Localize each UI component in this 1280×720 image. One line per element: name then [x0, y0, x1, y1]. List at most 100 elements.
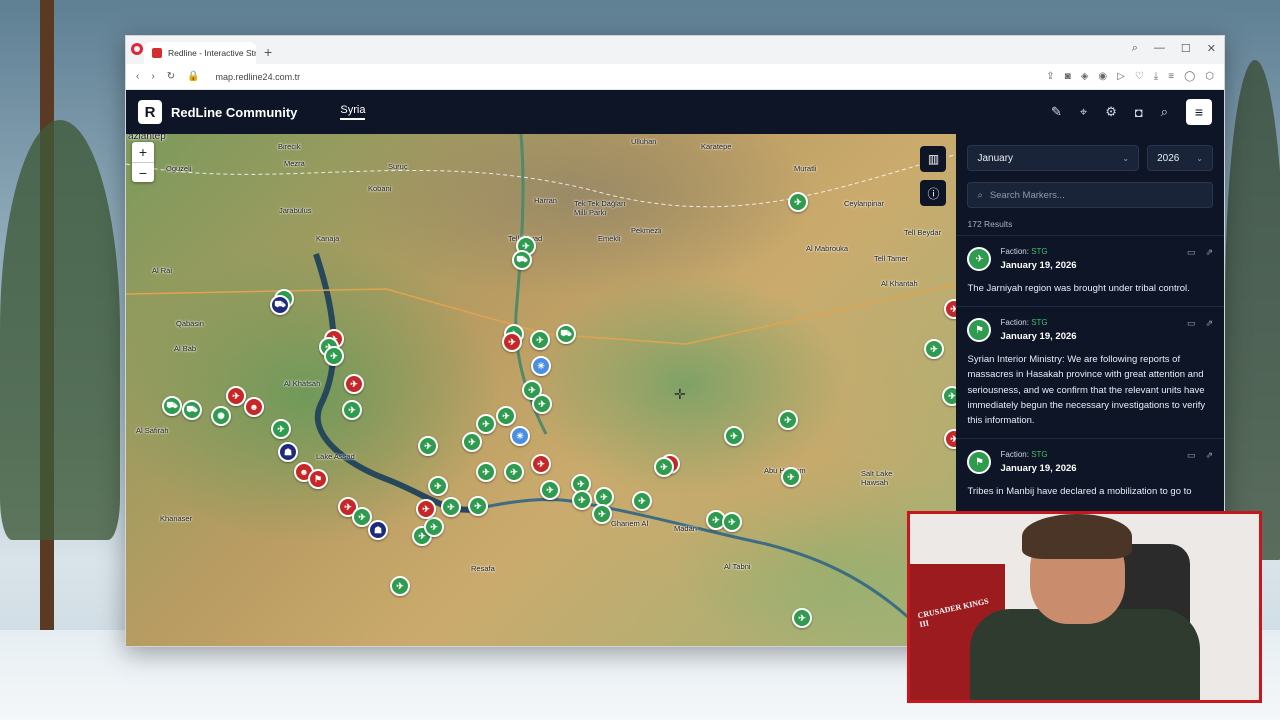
brand-name[interactable]: RedLine Community: [171, 105, 297, 120]
map-marker[interactable]: ✈: [468, 496, 488, 516]
menu-lines-icon[interactable]: ≡: [1168, 71, 1174, 82]
map-marker[interactable]: ☀: [510, 426, 530, 446]
profile-icon[interactable]: ◯: [1184, 71, 1195, 82]
map-marker[interactable]: ✈: [324, 346, 344, 366]
map-marker[interactable]: ⛟: [162, 396, 182, 416]
map-marker[interactable]: ✈: [781, 467, 801, 487]
redline-logo[interactable]: R: [138, 100, 162, 124]
external-link-icon[interactable]: ⇗: [1205, 318, 1213, 329]
map-marker[interactable]: ✈: [344, 374, 364, 394]
map-marker[interactable]: ⛟: [512, 250, 532, 270]
list-item[interactable]: ⚑ Faction: STG January 19, 2026 ▭ ⇗ Syri…: [956, 306, 1224, 432]
list-item[interactable]: ✈ Faction: STG January 19, 2026 ▭ ⇗ The …: [956, 235, 1224, 300]
map-marker[interactable]: ✈: [271, 419, 291, 439]
map-marker[interactable]: ⛟: [556, 324, 576, 344]
map-marker[interactable]: ☗: [368, 520, 388, 540]
map-marker[interactable]: ✈: [462, 432, 482, 452]
webcam-overlay: CRUSADER KINGS III: [907, 511, 1262, 703]
map-marker[interactable]: ✈: [476, 414, 496, 434]
new-tab-button[interactable]: +: [264, 44, 272, 60]
video-icon[interactable]: ▭: [1187, 318, 1196, 329]
year-select[interactable]: 2026 ⌄: [1147, 145, 1213, 171]
map-marker[interactable]: ✈: [502, 332, 522, 352]
map-marker[interactable]: ✈: [654, 457, 674, 477]
marker-search-input[interactable]: ⌕ Search Markers...: [967, 182, 1213, 208]
shield-icon[interactable]: ◈: [1081, 71, 1089, 82]
map-marker[interactable]: ✈: [342, 400, 362, 420]
map-marker[interactable]: ✈: [532, 394, 552, 414]
download-icon[interactable]: ⤓: [1154, 71, 1158, 82]
map-marker[interactable]: ⛟: [182, 400, 202, 420]
back-icon[interactable]: ‹: [136, 71, 139, 82]
external-link-icon[interactable]: ⇗: [1205, 450, 1213, 461]
map-marker[interactable]: ✈: [924, 339, 944, 359]
map-marker[interactable]: ✺: [211, 406, 231, 426]
video-icon[interactable]: ▭: [1187, 450, 1196, 461]
map-marker[interactable]: ✈: [942, 386, 957, 406]
place-label: Al Khafsah: [284, 379, 321, 388]
map-marker[interactable]: ✈: [424, 517, 444, 537]
map-marker[interactable]: ✈: [724, 426, 744, 446]
map-marker[interactable]: ✈: [792, 608, 812, 628]
reload-icon[interactable]: ↻: [167, 71, 175, 82]
map-marker[interactable]: ✈: [531, 454, 551, 474]
forward-icon[interactable]: ›: [151, 71, 154, 82]
map-marker[interactable]: ✈: [722, 512, 742, 532]
external-link-icon[interactable]: ⇗: [1205, 247, 1213, 258]
map-view[interactable]: + − ▥ ⓘ aziantep Oguzeli Birecik Mezra S…: [126, 134, 957, 646]
map-marker[interactable]: ✈: [530, 330, 550, 350]
place-label: Mezra: [284, 159, 305, 168]
settings-icon[interactable]: ⚙: [1105, 104, 1117, 120]
map-marker[interactable]: ✈: [496, 406, 516, 426]
zoom-in-button[interactable]: +: [132, 142, 154, 162]
draw-icon[interactable]: ✎: [1051, 104, 1062, 120]
snapshot-icon[interactable]: ◙: [1065, 71, 1071, 82]
nav-item-syria[interactable]: Syria: [340, 104, 366, 120]
map-marker[interactable]: ✈: [540, 480, 560, 500]
map-marker[interactable]: ✈: [572, 490, 592, 510]
video-icon[interactable]: ▭: [1187, 247, 1196, 258]
month-select[interactable]: January ⌄: [967, 145, 1140, 171]
hamburger-menu-icon[interactable]: ≡: [1186, 99, 1212, 125]
extensions-icon[interactable]: ⬡: [1205, 71, 1214, 82]
streamer-hair: [1022, 514, 1132, 559]
share-icon[interactable]: ⇪: [1046, 71, 1054, 82]
zoom-out-button[interactable]: −: [132, 162, 154, 182]
map-marker[interactable]: ✈: [592, 504, 612, 524]
map-marker[interactable]: ✈: [476, 462, 496, 482]
map-layers-button[interactable]: ▥: [920, 146, 947, 172]
camera-icon[interactable]: ◘: [1135, 105, 1143, 120]
place-label: Emekli: [598, 234, 621, 243]
map-marker[interactable]: ✈: [390, 576, 410, 596]
search-tabs-icon[interactable]: ⌕: [1132, 42, 1138, 55]
map-marker[interactable]: ✈: [788, 192, 808, 212]
map-marker[interactable]: ✈: [944, 299, 957, 319]
map-marker[interactable]: ✈: [428, 476, 448, 496]
search-icon[interactable]: ⌕: [1161, 104, 1168, 120]
map-marker[interactable]: ✈: [416, 499, 436, 519]
close-window-icon[interactable]: ✕: [1207, 42, 1216, 55]
location-pin-icon[interactable]: ⌖: [1080, 104, 1087, 120]
map-marker[interactable]: ✈: [441, 497, 461, 517]
map-marker[interactable]: ☗: [278, 442, 298, 462]
map-marker[interactable]: ⚑: [308, 469, 328, 489]
map-marker[interactable]: ✈: [504, 462, 524, 482]
vpn-icon[interactable]: ◉: [1098, 71, 1107, 82]
map-marker[interactable]: ✈: [944, 429, 957, 449]
list-item[interactable]: ⚑ Faction: STG January 19, 2026 ▭ ⇗ Trib…: [956, 438, 1224, 503]
maximize-icon[interactable]: ☐: [1181, 42, 1191, 55]
map-info-button[interactable]: ⓘ: [920, 180, 947, 206]
map-marker[interactable]: ☀: [531, 356, 551, 376]
minimize-icon[interactable]: —: [1154, 42, 1165, 55]
map-marker[interactable]: ⛟: [270, 295, 290, 315]
map-marker[interactable]: ☻: [244, 397, 264, 417]
map-marker[interactable]: ✈: [418, 436, 438, 456]
map-marker[interactable]: ✈: [226, 386, 246, 406]
opera-logo-icon[interactable]: [131, 43, 143, 55]
browser-tab[interactable]: Redline - Interactive Strate ×: [144, 42, 256, 64]
heart-icon[interactable]: ♡: [1135, 71, 1144, 82]
map-marker[interactable]: ✈: [632, 491, 652, 511]
player-icon[interactable]: ▷: [1117, 71, 1125, 82]
url-field[interactable]: map.redline24.com.tr: [216, 72, 301, 82]
map-marker[interactable]: ✈: [778, 410, 798, 430]
